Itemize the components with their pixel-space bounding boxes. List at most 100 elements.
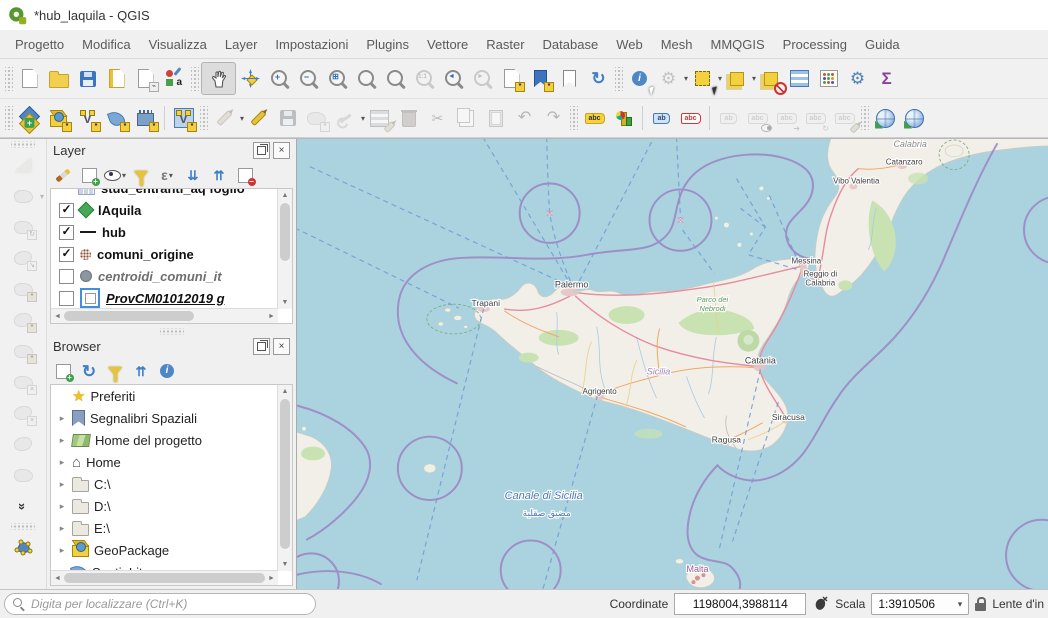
copy-features-button[interactable] — [452, 104, 481, 133]
digitize-shape-button[interactable]: * — [302, 104, 331, 133]
browser-hscrollbar[interactable]: ◄ ► — [51, 570, 278, 585]
new-geopackage-layer-button[interactable]: * — [44, 104, 73, 133]
scroll-up-icon[interactable]: ▲ — [279, 189, 292, 202]
expand-arrow-icon[interactable]: ▸ — [57, 435, 67, 446]
delete-ring-button[interactable]: × — [8, 399, 38, 427]
layer-row[interactable]: ProvCM01012019 g — [51, 287, 277, 309]
save-project-button[interactable] — [73, 64, 102, 93]
extent-toggle-icon[interactable] — [812, 596, 829, 613]
toolbar-handle[interactable] — [570, 106, 578, 130]
menu-visualizza[interactable]: Visualizza — [140, 33, 216, 56]
browser-item-segnalibri[interactable]: ▸ Segnalibri Spaziali — [51, 407, 277, 429]
locator-search-input[interactable]: Digita per localizzare (Ctrl+K) — [4, 593, 316, 615]
layer-row[interactable]: stud_entranti_aq foglio — [51, 189, 277, 199]
show-spatial-bookmarks-button[interactable] — [555, 64, 584, 93]
new-shapefile-layer-button[interactable]: V* — [73, 104, 102, 133]
expand-arrow-icon[interactable]: ▸ — [57, 413, 67, 424]
rotate-label-button[interactable]: abc↻ — [801, 104, 830, 133]
toggle-pinned-labels-button[interactable]: ab — [714, 104, 743, 133]
open-project-button[interactable] — [44, 64, 73, 93]
layer-diagram-button[interactable] — [609, 104, 638, 133]
zoom-in-button[interactable]: + — [265, 64, 294, 93]
pan-to-selection-button[interactable] — [236, 64, 265, 93]
layer-checkbox[interactable]: ✓ — [59, 203, 74, 218]
filter-browser-button[interactable] — [103, 360, 127, 382]
browser-item-drive-e[interactable]: ▸ E:\ — [51, 517, 277, 539]
delete-part-button[interactable]: × — [8, 368, 38, 396]
split-features-button[interactable]: * — [8, 306, 38, 334]
zoom-last-button[interactable]: ◄ — [439, 64, 468, 93]
scale-feature-button[interactable]: ↘ — [8, 244, 38, 272]
scroll-left-icon[interactable]: ◄ — [51, 572, 64, 585]
menu-layer[interactable]: Layer — [216, 33, 267, 56]
coordinate-input[interactable]: 1198004,3988114 — [674, 593, 806, 615]
add-selected-layers-button[interactable]: + — [51, 360, 75, 382]
field-calculator-button[interactable] — [814, 64, 843, 93]
toolbar-handle[interactable] — [11, 523, 35, 530]
undo-button[interactable]: ↶ — [510, 104, 539, 133]
layer-checkbox[interactable] — [59, 269, 74, 284]
menu-database[interactable]: Database — [534, 33, 608, 56]
browser-item-home[interactable]: ▸ ⌂ Home — [51, 451, 277, 473]
menu-vettore[interactable]: Vettore — [418, 33, 477, 56]
browser-item-drive-c[interactable]: ▸ C:\ — [51, 473, 277, 495]
offset-curve-button[interactable] — [8, 461, 38, 489]
run-feature-action-button[interactable]: ⚙ — [654, 64, 683, 93]
menu-mesh[interactable]: Mesh — [652, 33, 702, 56]
menu-web[interactable]: Web — [607, 33, 652, 56]
layer-row[interactable]: centroidi_comuni_it — [51, 265, 277, 287]
expand-arrow-icon[interactable]: ▸ — [57, 479, 67, 490]
collapse-all-button[interactable]: ⇈ — [207, 164, 231, 186]
expand-arrow-icon[interactable]: ▸ — [57, 457, 67, 468]
layer-row[interactable]: ✓ hub — [51, 221, 277, 243]
close-panel-button[interactable]: × — [273, 338, 290, 355]
zoom-full-extent-button[interactable]: ⊞ — [323, 64, 352, 93]
menu-modifica[interactable]: Modifica — [73, 33, 139, 56]
toolbar-handle[interactable] — [861, 106, 869, 130]
new-map-view-button[interactable]: * — [497, 64, 526, 93]
open-layer-styling-button[interactable] — [51, 164, 75, 186]
select-features-button[interactable] — [688, 64, 717, 93]
data-source-manager-button[interactable] — [15, 104, 44, 133]
browser-item-geopackage[interactable]: ▸ GeoPackage — [51, 539, 277, 561]
delete-selected-button[interactable] — [394, 104, 423, 133]
processing-toolbox-button[interactable]: ⚙ — [843, 64, 872, 93]
toolbar-overflow-button[interactable]: » — [8, 492, 38, 520]
digitizing-tools-button[interactable] — [331, 104, 360, 133]
scroll-down-icon[interactable]: ▼ — [279, 296, 292, 309]
reshape-features-button[interactable]: * — [8, 275, 38, 303]
menu-impostazioni[interactable]: Impostazioni — [266, 33, 357, 56]
zoom-to-selection-button[interactable] — [352, 64, 381, 93]
zoom-native-button[interactable]: 1:1 — [410, 64, 439, 93]
menu-mmqgis[interactable]: MMQGIS — [701, 33, 773, 56]
scroll-left-icon[interactable]: ◄ — [51, 310, 64, 323]
statistical-summary-button[interactable]: Σ — [872, 64, 901, 93]
layer-list-vscrollbar[interactable]: ▲ ▼ — [277, 189, 292, 309]
scroll-right-icon[interactable]: ► — [265, 310, 278, 323]
new-spatial-bookmark-button[interactable]: * — [526, 64, 555, 93]
advanced-digitizing-panel-button[interactable] — [8, 151, 38, 179]
properties-button[interactable]: i — [155, 360, 179, 382]
expand-all-button[interactable]: ⇊ — [181, 164, 205, 186]
scroll-down-icon[interactable]: ▼ — [279, 558, 292, 571]
toggle-editing-button[interactable] — [244, 104, 273, 133]
vertex-tool-button[interactable] — [8, 533, 38, 561]
new-scratch-layer-button[interactable]: * — [102, 104, 131, 133]
refresh-map-button[interactable]: ↻ — [584, 64, 613, 93]
move-label-button[interactable]: abc➜ — [772, 104, 801, 133]
modify-attributes-button[interactable] — [365, 104, 394, 133]
layer-checkbox[interactable]: ✓ — [59, 225, 74, 240]
new-virtual-layer-button[interactable]: * — [131, 104, 160, 133]
move-feature-button[interactable]: ▾ — [8, 182, 38, 210]
float-panel-button[interactable] — [253, 142, 270, 159]
lock-scale-icon[interactable] — [975, 603, 986, 611]
menu-plugins[interactable]: Plugins — [357, 33, 418, 56]
refresh-browser-button[interactable]: ↻ — [77, 360, 101, 382]
rotate-feature-button[interactable]: ↻ — [8, 213, 38, 241]
menu-processing[interactable]: Processing — [774, 33, 856, 56]
fill-ring-button[interactable] — [8, 430, 38, 458]
web-globe-button-2[interactable] — [900, 104, 929, 133]
float-panel-button[interactable] — [253, 338, 270, 355]
menu-progetto[interactable]: Progetto — [6, 33, 73, 56]
expand-arrow-icon[interactable]: ▸ — [57, 523, 67, 534]
